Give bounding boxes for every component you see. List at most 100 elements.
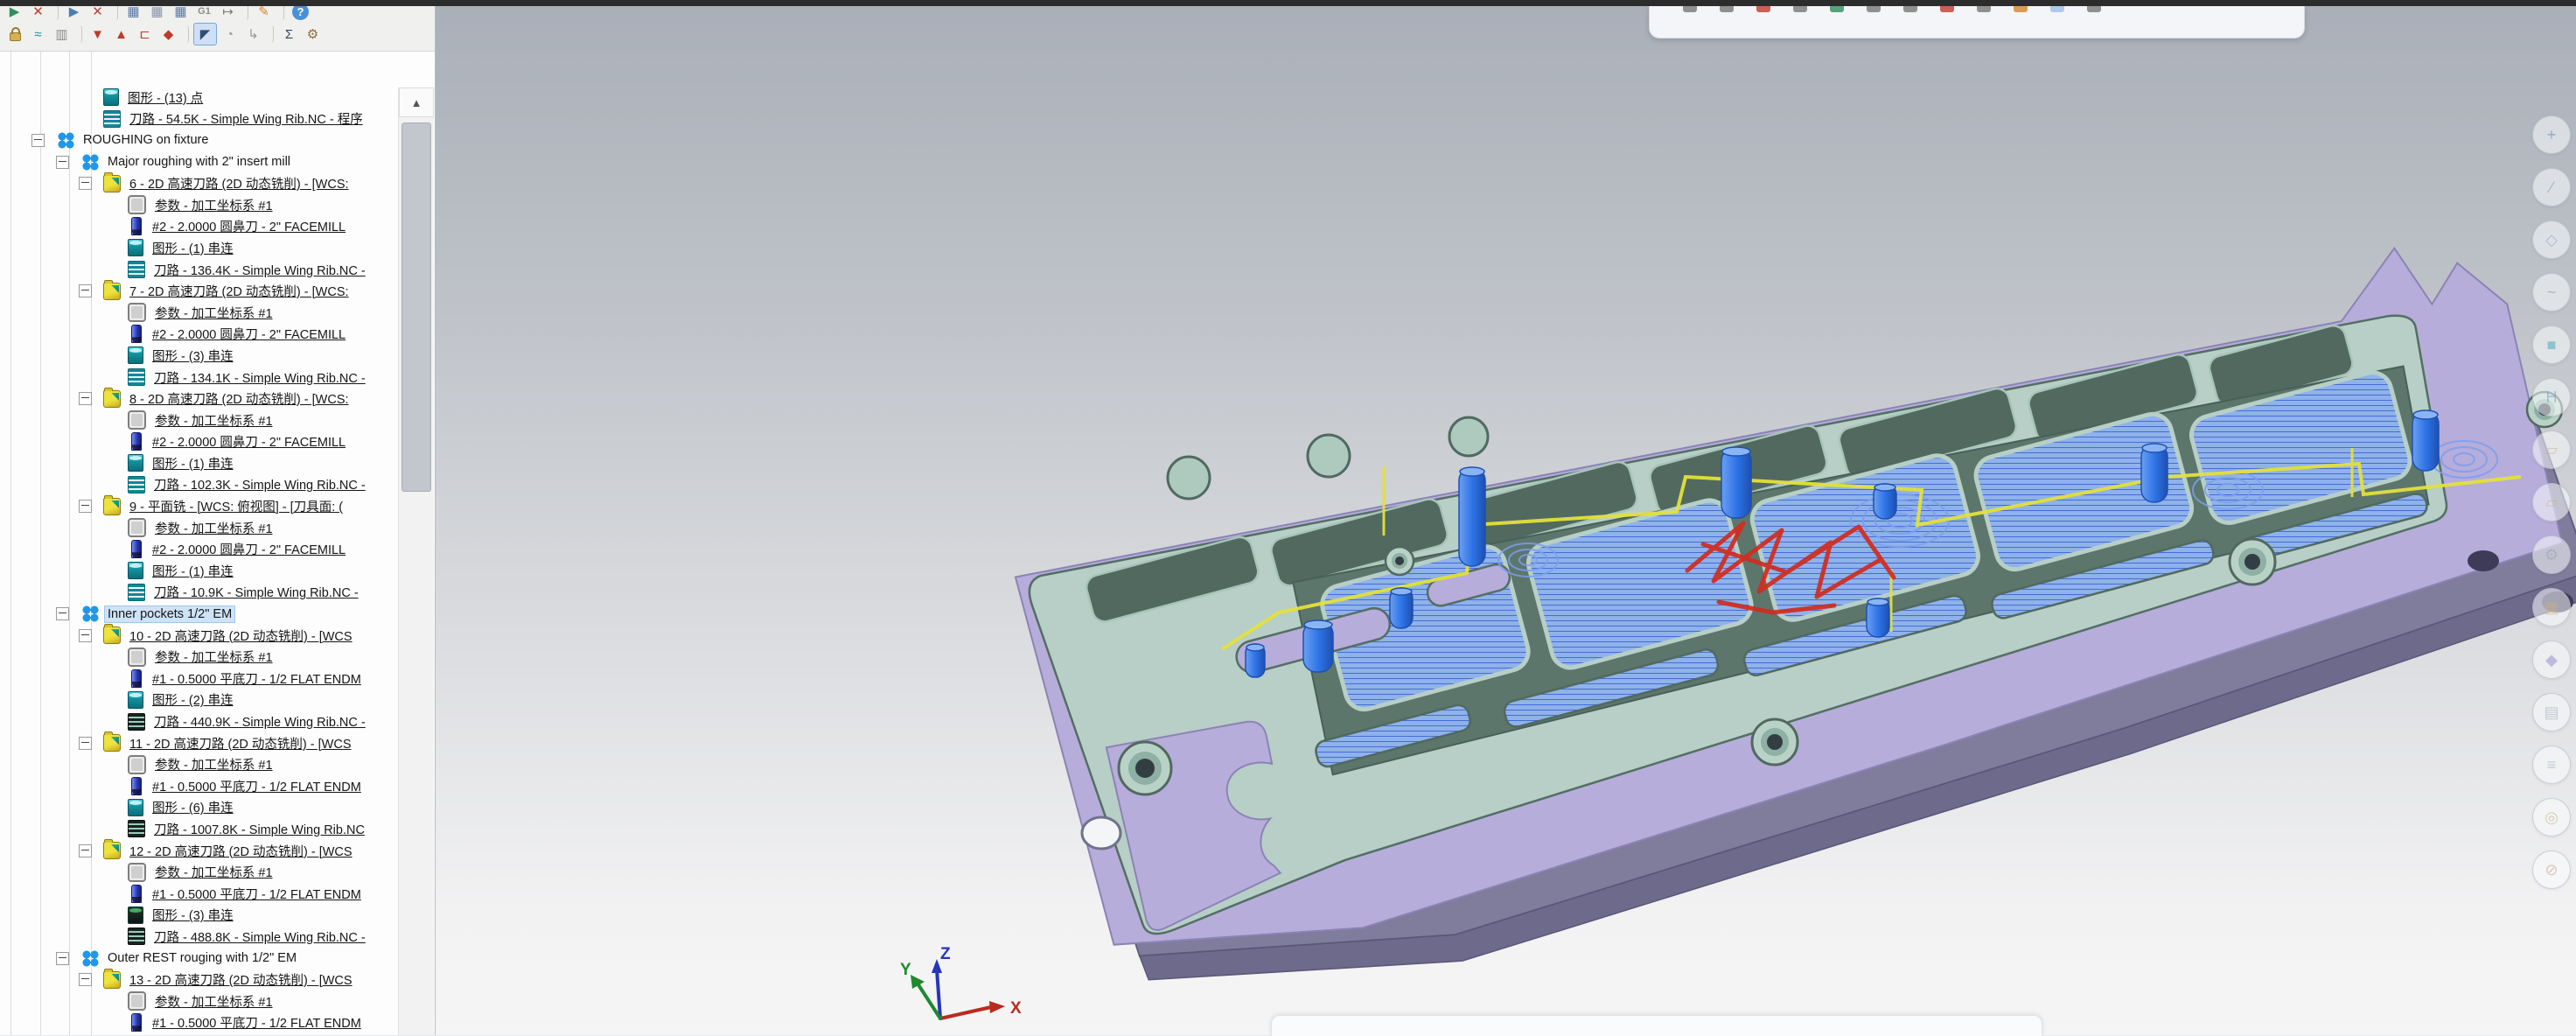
floating-toolbar-icon[interactable] bbox=[1793, 6, 1807, 12]
tree-expander-icon[interactable] bbox=[79, 737, 92, 750]
select-arrow-button[interactable]: ◤ bbox=[193, 23, 217, 46]
cube-tool-button[interactable]: ■ bbox=[2532, 326, 2571, 364]
sheet-button[interactable]: ▤ bbox=[2532, 693, 2571, 732]
floating-toolbar-icon[interactable] bbox=[2050, 6, 2064, 12]
tree-item[interactable]: 图形 - (3) 串连 bbox=[0, 905, 435, 927]
scrollbar-thumb[interactable] bbox=[401, 122, 431, 492]
disable-button[interactable]: ⊘ bbox=[2532, 850, 2571, 889]
floating-toolbar-icon[interactable] bbox=[1867, 6, 1881, 12]
recent-operations-button[interactable]: ◔ bbox=[219, 24, 241, 45]
3d-viewport[interactable]: X Z Y + ∕ ◇ ~ ■ bbox=[435, 0, 2576, 1035]
summary-button[interactable]: Σ bbox=[278, 24, 300, 45]
tree-expander-icon[interactable] bbox=[31, 134, 45, 147]
scroll-up-icon[interactable]: ▲ bbox=[399, 88, 434, 117]
tree-item[interactable]: 刀路 - 10.9K - Simple Wing Rib.NC - bbox=[0, 582, 435, 604]
tree-item[interactable]: 刀路 - 136.4K - Simple Wing Rib.NC - bbox=[0, 259, 435, 281]
tree-item[interactable]: 13 - 2D 高速刀路 (2D 动态铣削) - [WCS bbox=[0, 969, 435, 990]
tree-expander-icon[interactable] bbox=[56, 156, 69, 169]
floating-toolbar-icon[interactable] bbox=[2014, 6, 2028, 12]
tree-expander-icon[interactable] bbox=[79, 500, 92, 513]
tree-item[interactable]: 图形 - (1) 串连 bbox=[0, 237, 435, 259]
lock-button[interactable] bbox=[3, 24, 25, 45]
tree-item[interactable]: 12 - 2D 高速刀路 (2D 动态铣削) - [WCS bbox=[0, 840, 435, 862]
tree-item[interactable]: 参数 - 加工坐标系 #1 bbox=[0, 861, 435, 883]
spline-tool-button[interactable]: ~ bbox=[2532, 273, 2571, 312]
tree-item[interactable]: Inner pockets 1/2" EM bbox=[0, 603, 435, 625]
tree-expander-icon[interactable] bbox=[79, 844, 92, 858]
plane-tool-button[interactable]: ▱ bbox=[2532, 430, 2571, 469]
tree-item[interactable]: 刀路 - 488.8K - Simple Wing Rib.NC - bbox=[0, 926, 435, 948]
tree-item[interactable]: #2 - 2.0000 圆鼻刀 - 2" FACEMILL bbox=[0, 216, 435, 238]
bottom-overlay-bar[interactable] bbox=[1271, 1015, 2042, 1036]
tree-item[interactable]: #2 - 2.0000 圆鼻刀 - 2" FACEMILL bbox=[0, 324, 435, 346]
floating-toolbar-icon[interactable] bbox=[1940, 6, 1954, 12]
plane-tool-button-2[interactable]: ▱ bbox=[2532, 483, 2571, 522]
tree-item[interactable]: #1 - 0.5000 平底刀 - 1/2 FLAT ENDM bbox=[0, 668, 435, 690]
tree-item[interactable]: 7 - 2D 高速刀路 (2D 动态铣削) - [WCS: bbox=[0, 280, 435, 302]
tree-item[interactable]: 刀路 - 440.9K - Simple Wing Rib.NC - bbox=[0, 710, 435, 732]
tree-item[interactable]: 刀路 - 54.5K - Simple Wing Rib.NC - 程序 bbox=[0, 108, 435, 130]
gear-button[interactable]: ⚙ bbox=[2532, 536, 2571, 574]
move-insert-button[interactable]: ⊏ bbox=[134, 24, 156, 45]
tree-item[interactable]: 参数 - 加工坐标系 #1 bbox=[0, 194, 435, 216]
tree-expander-icon[interactable] bbox=[79, 392, 92, 405]
dimension-tool-button[interactable]: H bbox=[2532, 378, 2571, 416]
tree-expander-icon[interactable] bbox=[56, 607, 69, 620]
floating-toolbar[interactable] bbox=[1649, 6, 2305, 38]
tree-expander-icon[interactable] bbox=[79, 973, 92, 986]
tree-item[interactable]: #1 - 0.5000 平底刀 - 1/2 FLAT ENDM bbox=[0, 775, 435, 797]
tree-item[interactable]: 9 - 平面铣 - [WCS: 俯视图] - [刀具面: ( bbox=[0, 495, 435, 517]
tree-item[interactable]: 图形 - (1) 串连 bbox=[0, 452, 435, 474]
block-button[interactable]: ▦ bbox=[2532, 588, 2571, 626]
floating-toolbar-icon[interactable] bbox=[2087, 6, 2101, 12]
tree-item[interactable]: 8 - 2D 高速刀路 (2D 动态铣削) - [WCS: bbox=[0, 388, 435, 410]
shape-tool-button[interactable]: ◇ bbox=[2532, 220, 2571, 259]
route-button[interactable]: ↳ bbox=[242, 24, 264, 45]
list-button[interactable]: ≡ bbox=[2532, 746, 2571, 784]
assembly-button[interactable]: ◆ bbox=[2532, 640, 2571, 679]
tree-item[interactable]: Major roughing with 2" insert mill bbox=[0, 151, 435, 173]
move-up-button[interactable]: ▲ bbox=[110, 24, 132, 45]
tree-item[interactable]: 图形 - (6) 串连 bbox=[0, 797, 435, 819]
tree-item[interactable]: 图形 - (3) 串连 bbox=[0, 345, 435, 367]
floating-toolbar-icon[interactable] bbox=[1830, 6, 1844, 12]
tree-expander-icon[interactable] bbox=[79, 629, 92, 642]
tree-item[interactable]: 刀路 - 134.1K - Simple Wing Rib.NC - bbox=[0, 367, 435, 388]
options-button[interactable]: ⚙ bbox=[302, 24, 324, 45]
tree-item[interactable]: #2 - 2.0000 圆鼻刀 - 2" FACEMILL bbox=[0, 538, 435, 560]
tree-item[interactable]: 图形 - (1) 串连 bbox=[0, 560, 435, 582]
tree-item[interactable]: #1 - 0.5000 平底刀 - 1/2 FLAT ENDM bbox=[0, 1012, 435, 1034]
tree-item[interactable]: Outer REST rouging with 1/2" EM bbox=[0, 948, 435, 970]
toolpath-display-button[interactable]: ≈ bbox=[27, 24, 49, 45]
tree-item[interactable]: ROUGHING on fixture bbox=[0, 130, 435, 151]
tree-expander-icon[interactable] bbox=[56, 952, 69, 965]
floating-toolbar-icon[interactable] bbox=[1683, 6, 1697, 12]
floating-toolbar-icon[interactable] bbox=[1903, 6, 1917, 12]
separator[interactable] bbox=[184, 25, 189, 43]
tree-expander-icon[interactable] bbox=[79, 177, 92, 190]
add-button[interactable]: + bbox=[2532, 116, 2571, 154]
tree-item[interactable]: 刀路 - 1007.8K - Simple Wing Rib.NC bbox=[0, 818, 435, 840]
tree-expander-icon[interactable] bbox=[79, 284, 92, 298]
zoom-button[interactable]: ◎ bbox=[2532, 798, 2571, 836]
tree-item[interactable]: #2 - 2.0000 圆鼻刀 - 2" FACEMILL bbox=[0, 431, 435, 453]
tree-item[interactable]: 参数 - 加工坐标系 #1 bbox=[0, 517, 435, 539]
tree-item[interactable]: #1 - 0.5000 平底刀 - 1/2 FLAT ENDM bbox=[0, 883, 435, 905]
move-down-button[interactable]: ▼ bbox=[87, 24, 108, 45]
tree-item[interactable]: 图形 - (13) 点 bbox=[0, 87, 435, 108]
floating-toolbar-icon[interactable] bbox=[1720, 6, 1734, 12]
tree-item[interactable]: 图形 - (2) 串连 bbox=[0, 690, 435, 711]
tree-scrollbar[interactable]: ▲ bbox=[398, 88, 434, 1035]
tree-item[interactable]: 11 - 2D 高速刀路 (2D 动态铣削) - [WCS bbox=[0, 732, 435, 754]
scroll-sync-button[interactable]: ◆ bbox=[157, 24, 179, 45]
separator[interactable] bbox=[269, 25, 274, 43]
separator[interactable] bbox=[77, 25, 82, 43]
floating-toolbar-icon[interactable] bbox=[1977, 6, 1991, 12]
tree-item[interactable]: 参数 - 加工坐标系 #1 bbox=[0, 302, 435, 324]
tree-item[interactable]: 参数 - 加工坐标系 #1 bbox=[0, 753, 435, 775]
tree-item[interactable]: 参数 - 加工坐标系 #1 bbox=[0, 990, 435, 1012]
floating-toolbar-icon[interactable] bbox=[1756, 6, 1770, 12]
tree-item[interactable]: 10 - 2D 高速刀路 (2D 动态铣削) - [WCS bbox=[0, 625, 435, 647]
tool-display-button[interactable]: ▥ bbox=[51, 24, 73, 45]
tree-item[interactable]: 参数 - 加工坐标系 #1 bbox=[0, 410, 435, 431]
